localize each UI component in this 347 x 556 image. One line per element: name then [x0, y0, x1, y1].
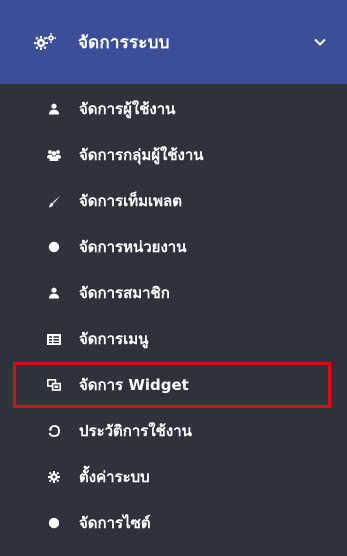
- sidebar-menu: จัดการผู้ใช้งาน จัดการกลุ่มผู้ใช้งาน จัด…: [0, 86, 347, 546]
- app-frame: จัดการระบบ จัดการผู้ใช้งาน จัดการกลุ่มผู…: [0, 0, 347, 556]
- sidebar-item-label: จัดการสมาชิก: [79, 284, 170, 302]
- sidebar-item-widgets[interactable]: จัดการ Widget: [13, 362, 331, 408]
- sidebar-item-label: จัดการเมนู: [79, 330, 149, 348]
- sidebar-item-sites[interactable]: จัดการไซต์: [0, 500, 347, 546]
- sidebar-item-history[interactable]: ประวัติการใช้งาน: [0, 408, 347, 454]
- sidebar-panel: จัดการระบบ จัดการผู้ใช้งาน จัดการกลุ่มผู…: [0, 0, 347, 556]
- menu-group-title: จัดการระบบ: [78, 32, 170, 53]
- sidebar-item-label: จัดการหน่วยงาน: [79, 238, 187, 256]
- circle-icon: [47, 240, 61, 254]
- sidebar-item-label: จัดการ Widget: [79, 376, 189, 394]
- sidebar-item-user-groups[interactable]: จัดการกลุ่มผู้ใช้งาน: [0, 132, 347, 178]
- sidebar-item-departments[interactable]: จัดการหน่วยงาน: [0, 224, 347, 270]
- chevron-down-icon[interactable]: [313, 35, 327, 49]
- menu-list-icon: [47, 332, 61, 346]
- sidebar-item-label: ตั้งค่าระบบ: [79, 468, 150, 486]
- sidebar-item-label: จัดการไซต์: [79, 514, 151, 532]
- history-icon: [47, 424, 61, 438]
- user-icon: [47, 102, 61, 116]
- sidebar-item-label: จัดการผู้ใช้งาน: [79, 100, 176, 118]
- circle-icon: [47, 516, 61, 530]
- sidebar-item-label: ประวัติการใช้งาน: [79, 422, 192, 440]
- brush-icon: [47, 194, 61, 208]
- sidebar-item-menus[interactable]: จัดการเมนู: [0, 316, 347, 362]
- sidebar-item-settings[interactable]: ตั้งค่าระบบ: [0, 454, 347, 500]
- widget-icon: [47, 378, 61, 392]
- user-icon: [47, 286, 61, 300]
- cogs-icon: [34, 31, 56, 53]
- sidebar-item-members[interactable]: จัดการสมาชิก: [0, 270, 347, 316]
- sidebar-item-label: จัดการกลุ่มผู้ใช้งาน: [79, 146, 204, 164]
- users-group-icon: [47, 148, 61, 162]
- sidebar-item-templates[interactable]: จัดการเท็มเพลต: [0, 178, 347, 224]
- menu-group-header[interactable]: จัดการระบบ: [0, 0, 347, 86]
- sidebar-item-label: จัดการเท็มเพลต: [79, 192, 182, 210]
- sidebar-item-users[interactable]: จัดการผู้ใช้งาน: [0, 86, 347, 132]
- gear-icon: [47, 470, 61, 484]
